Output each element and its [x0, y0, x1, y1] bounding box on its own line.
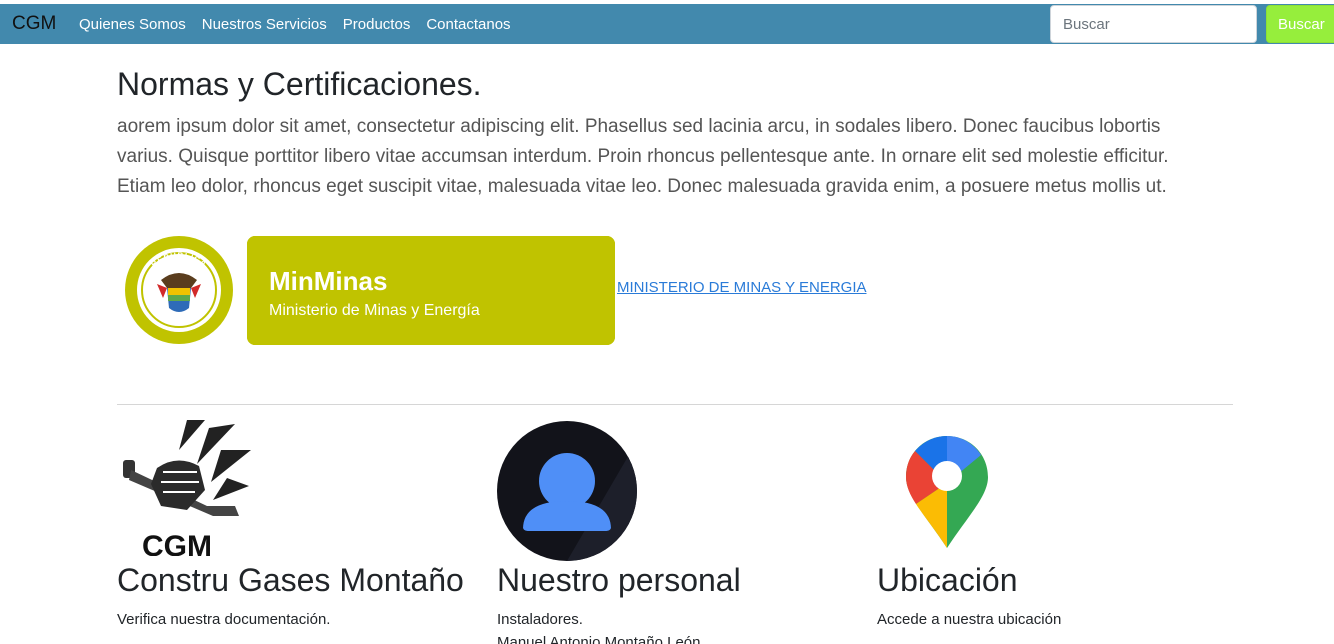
nav-link-quienes-somos[interactable]: Quienes Somos: [79, 16, 186, 33]
search-input[interactable]: [1050, 5, 1257, 43]
cgm-logo-text: CGM: [142, 530, 212, 556]
column-text-personal-name: Manuel Antonio Montaño León: [497, 634, 701, 644]
user-avatar-icon: [497, 421, 637, 561]
ministerio-link[interactable]: MINISTERIO DE MINAS Y ENERGIA: [617, 279, 867, 296]
column-text-cgm: Verifica nuestra documentación.: [117, 611, 331, 628]
nav-link-contactanos[interactable]: Contactanos: [426, 16, 510, 33]
intro-paragraph: aorem ipsum dolor sit amet, consectetur …: [117, 116, 1169, 197]
column-text-personal: Instaladores.: [497, 611, 583, 628]
column-title-personal: Nuestro personal: [497, 562, 741, 598]
colombia-seal-icon: REPÚBLICA: [125, 236, 233, 344]
minminas-subtitle: Ministerio de Minas y Energía: [269, 302, 480, 319]
brand-link[interactable]: CGM: [12, 13, 56, 35]
column-title-cgm: Constru Gases Montaño: [117, 562, 464, 598]
minminas-name: MinMinas: [269, 266, 387, 296]
section-divider: [117, 404, 1233, 405]
column-text-ubicacion: Accede a nuestra ubicación: [877, 611, 1062, 628]
minminas-logo: REPÚBLICA MinMinas Ministerio de Minas y…: [125, 236, 615, 345]
nav-link-nuestros-servicios[interactable]: Nuestros Servicios: [202, 16, 327, 33]
navbar: CGM Quienes Somos Nuestros Servicios Pro…: [0, 4, 1334, 44]
column-title-ubicacion: Ubicación: [877, 562, 1018, 598]
search-button[interactable]: Buscar: [1266, 5, 1334, 43]
page-title: Normas y Certificaciones.: [117, 66, 482, 102]
fist-wrench-logo-icon: CGM: [117, 420, 257, 556]
map-pin-icon: [906, 436, 988, 548]
nav-links: Quienes Somos Nuestros Servicios Product…: [79, 16, 527, 33]
nav-link-productos[interactable]: Productos: [343, 16, 411, 33]
